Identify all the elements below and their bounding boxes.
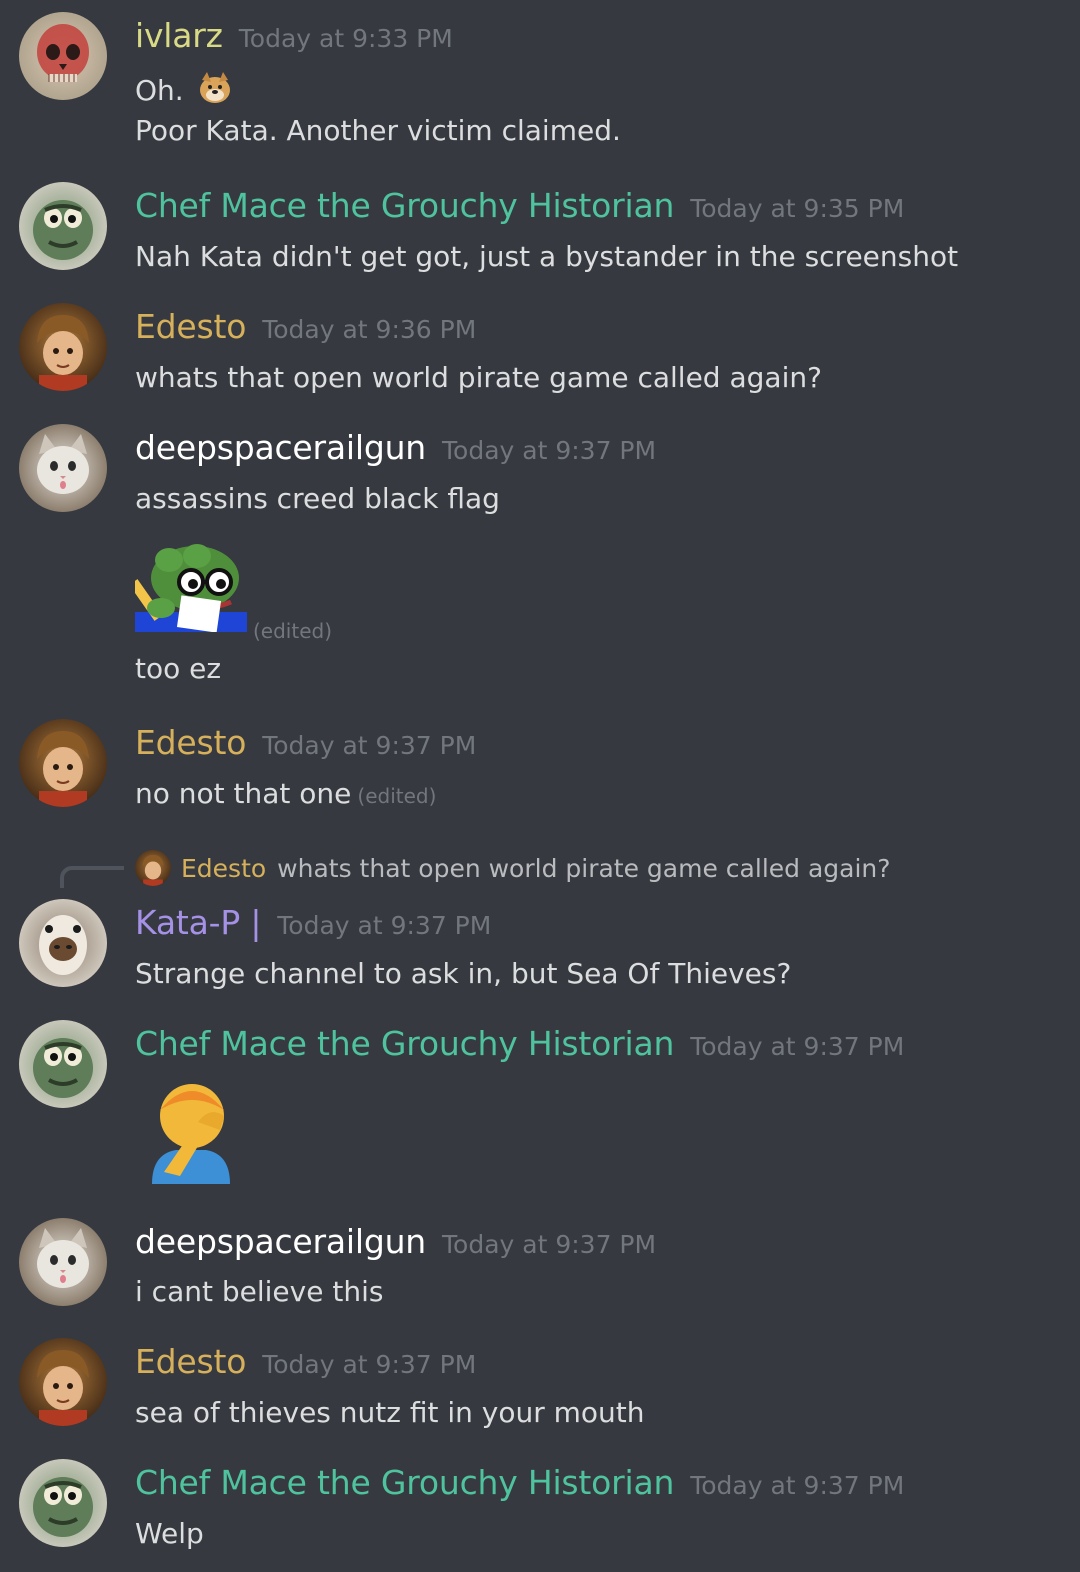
username[interactable]: deepspacerailgun	[135, 1222, 426, 1261]
edesto-avatar-icon	[135, 850, 171, 886]
message-text: Welp	[135, 1517, 204, 1550]
message-text: assassins creed black flag	[135, 482, 500, 515]
username[interactable]: Edesto	[135, 723, 246, 762]
oscar-grouch-avatar-icon[interactable]	[19, 1020, 107, 1108]
message-text: too ez	[135, 652, 222, 685]
username[interactable]: Chef Mace the Grouchy Historian	[135, 1463, 674, 1502]
timestamp: Today at 9:37 PM	[277, 911, 492, 940]
reply-preview[interactable]: Edesto whats that open world pirate game…	[135, 850, 891, 886]
username[interactable]: deepspacerailgun	[135, 428, 426, 467]
username[interactable]: Edesto	[135, 307, 246, 346]
username[interactable]: Kata-P |	[135, 903, 261, 942]
edesto-avatar-icon[interactable]	[19, 1338, 107, 1426]
edesto-avatar-icon[interactable]	[19, 303, 107, 391]
username[interactable]: Edesto	[135, 1342, 246, 1381]
message-text: Oh.	[135, 70, 233, 113]
cat-avatar-icon[interactable]	[19, 424, 107, 512]
edited-label: (edited)	[357, 784, 437, 808]
message-text: sea of thieves nutz fit in your mouth	[135, 1396, 645, 1429]
username[interactable]: Chef Mace the Grouchy Historian	[135, 186, 674, 225]
timestamp: Today at 9:37 PM	[262, 731, 477, 760]
timestamp: Today at 9:37 PM	[690, 1032, 905, 1061]
llama-avatar-icon[interactable]	[19, 899, 107, 987]
skull-avatar-icon[interactable]	[19, 12, 107, 100]
reply-author[interactable]: Edesto	[181, 854, 266, 883]
message-text: no not that one (edited)	[135, 777, 437, 810]
timestamp: Today at 9:37 PM	[690, 1471, 905, 1500]
message-text: Strange channel to ask in, but Sea Of Th…	[135, 957, 792, 990]
pepe-notes-emoji-icon	[129, 542, 247, 639]
edited-label: (edited)	[253, 619, 333, 643]
message-text: Poor Kata. Another victim claimed.	[135, 114, 621, 147]
emoji-line: (edited)	[129, 542, 332, 643]
username[interactable]: Chef Mace the Grouchy Historian	[135, 1024, 674, 1063]
cat-avatar-icon[interactable]	[19, 1218, 107, 1306]
timestamp: Today at 9:33 PM	[238, 24, 453, 53]
reply-text[interactable]: whats that open world pirate game called…	[277, 854, 890, 883]
oscar-grouch-avatar-icon[interactable]	[19, 182, 107, 270]
timestamp: Today at 9:37 PM	[442, 1230, 657, 1259]
timestamp: Today at 9:37 PM	[262, 1350, 477, 1379]
reply-connector	[60, 866, 124, 888]
username[interactable]: ivlarz	[135, 16, 223, 55]
timestamp: Today at 9:37 PM	[442, 436, 657, 465]
timestamp: Today at 9:35 PM	[690, 194, 905, 223]
oscar-grouch-avatar-icon[interactable]	[19, 1459, 107, 1547]
doge-emoji-icon	[197, 70, 233, 113]
timestamp: Today at 9:36 PM	[262, 315, 477, 344]
message-text: i cant believe this	[135, 1275, 384, 1308]
message-text: Nah Kata didn't get got, just a bystande…	[135, 240, 959, 273]
edesto-avatar-icon[interactable]	[19, 719, 107, 807]
facepalm-emoji-icon	[146, 1076, 236, 1190]
message-text: whats that open world pirate game called…	[135, 361, 822, 394]
